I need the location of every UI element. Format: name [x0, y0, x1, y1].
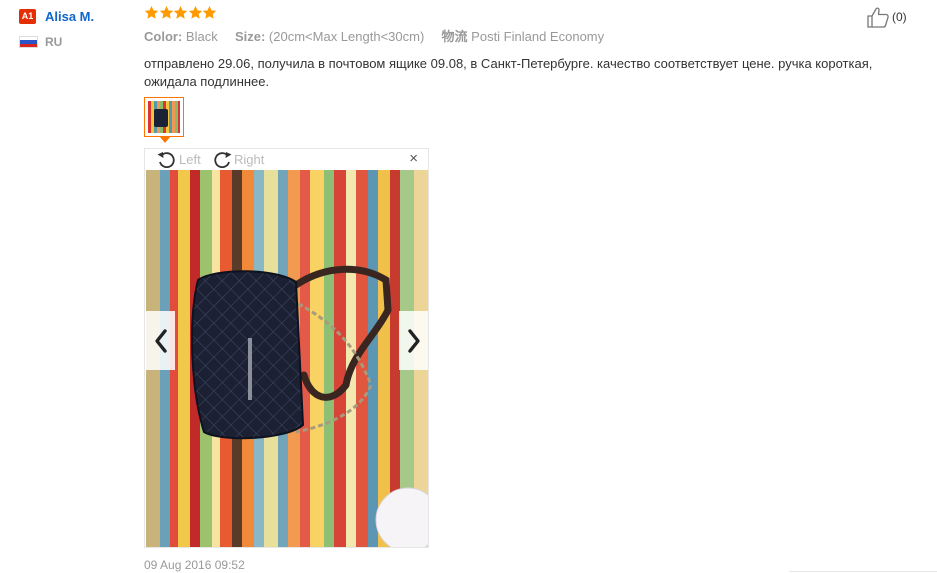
thumbs-up-icon: [867, 7, 889, 28]
size-value: (20cm<Max Length<30cm): [268, 29, 425, 44]
size-label: Size:: [234, 29, 266, 44]
russia-flag-icon: [19, 36, 38, 48]
review-photo-thumbnail[interactable]: [144, 97, 184, 137]
review-date: 09 Aug 2016 09:52: [144, 558, 245, 572]
close-icon[interactable]: ×: [409, 150, 418, 168]
viewer-toolbar: Left Right ×: [145, 149, 428, 169]
divider: [789, 571, 937, 572]
helpful-count: (0): [892, 10, 907, 24]
chevron-left-icon: [154, 328, 167, 353]
rotate-left-button[interactable]: Left: [156, 150, 201, 168]
shipping-label: 物流: [441, 29, 468, 44]
star-rating: [144, 5, 924, 23]
photo-viewer: Left Right ×: [144, 148, 429, 548]
order-attributes: Color: Black Size: (20cm<Max Length<30cm…: [144, 29, 924, 45]
handbag-photo: [146, 170, 428, 547]
thumbnail-pointer: [160, 137, 170, 143]
rotate-left-icon: [157, 152, 175, 168]
shipping-value: Posti Finland Economy: [471, 29, 605, 44]
star-icon: [159, 5, 174, 20]
chevron-right-icon: [407, 328, 420, 353]
star-icon: [144, 5, 159, 20]
rotate-right-label: Right: [234, 151, 265, 167]
color-value: Black: [185, 29, 218, 44]
review-body: Color: Black Size: (20cm<Max Length<30cm…: [144, 5, 924, 572]
reviewer-country: RU: [19, 35, 129, 49]
rotate-right-icon: [214, 152, 232, 168]
review-photo: [146, 170, 428, 547]
rotate-right-button[interactable]: Right: [211, 150, 264, 168]
reviewer-row: A1 Alisa M.: [19, 8, 129, 24]
reviewer-info: A1 Alisa M. RU: [19, 8, 129, 49]
star-icon: [173, 5, 188, 20]
star-icon: [188, 5, 203, 20]
thumbnail-image: [148, 101, 180, 133]
star-icon: [202, 5, 217, 20]
country-code: RU: [45, 35, 63, 49]
reviewer-name[interactable]: Alisa M.: [45, 9, 94, 24]
rotate-left-label: Left: [179, 151, 201, 167]
review-text: отправлено 29.06, получила в почтовом ящ…: [144, 56, 873, 89]
helpful-button[interactable]: (0): [866, 6, 907, 28]
color-label: Color:: [144, 29, 183, 44]
previous-photo-button[interactable]: [146, 311, 175, 370]
next-photo-button[interactable]: [399, 311, 428, 370]
buyer-level-badge: A1: [19, 8, 36, 24]
